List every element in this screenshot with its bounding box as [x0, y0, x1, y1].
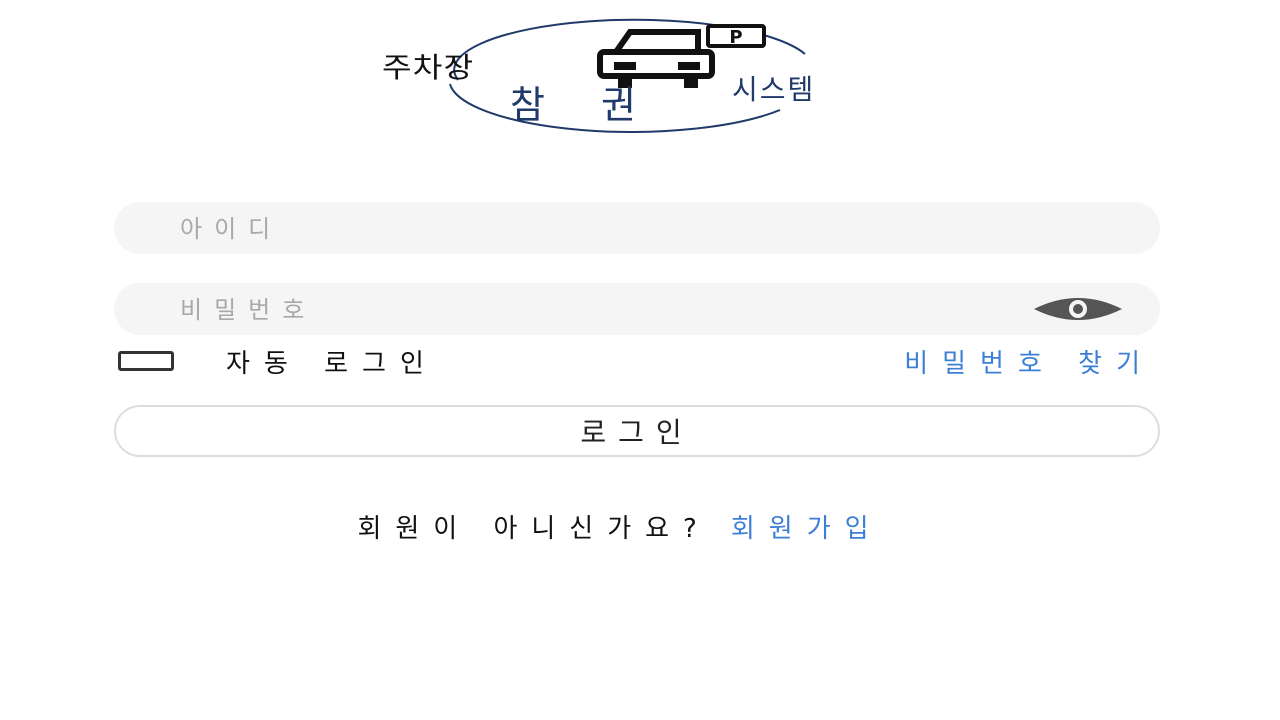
- parking-sign-icon: P: [706, 24, 766, 48]
- login-button[interactable]: 로그인: [114, 405, 1160, 457]
- login-page: P 주차장 참 권 시스템 자동 로그인 비밀번호 찾기 로그인 회원이 아니신…: [0, 0, 1280, 720]
- logo-main-text: 참 권: [510, 83, 658, 127]
- show-password-icon[interactable]: [1032, 295, 1124, 323]
- signup-question: 회원이 아니신가요?: [357, 514, 711, 544]
- auto-login-label: 자동 로그인: [226, 349, 438, 379]
- logo-top-text: 주차장: [382, 51, 475, 84]
- password-field: [114, 283, 1160, 337]
- find-password-link[interactable]: 비밀번호 찾기: [904, 343, 1154, 380]
- app-logo: P 주차장 참 권 시스템: [380, 18, 900, 136]
- signup-link[interactable]: 회원가입: [731, 514, 883, 544]
- id-input[interactable]: [178, 202, 1062, 256]
- signup-row: 회원이 아니신가요? 회원가입: [0, 508, 1240, 545]
- id-field: [114, 202, 1160, 256]
- auto-login-checkbox[interactable]: [118, 351, 174, 371]
- svg-text:P: P: [729, 27, 742, 48]
- password-input[interactable]: [178, 283, 1062, 337]
- logo-sub-text: 시스템: [732, 73, 816, 106]
